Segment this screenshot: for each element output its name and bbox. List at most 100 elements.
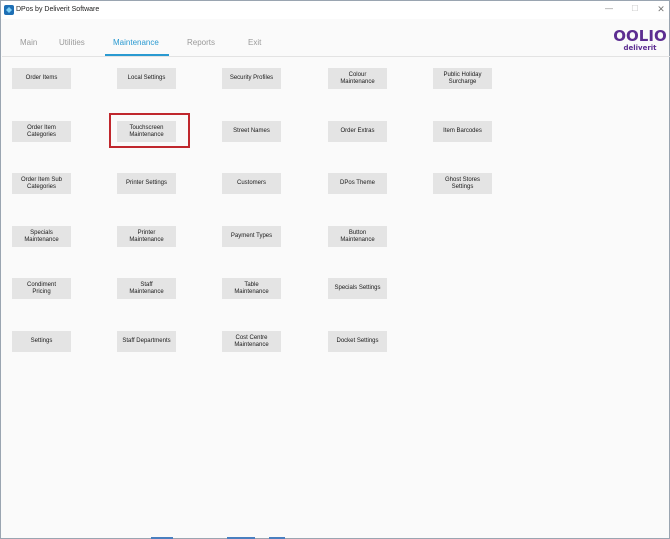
button-label-line: Street Names	[233, 128, 270, 134]
button-label-line: Maintenance	[129, 288, 164, 295]
button-label: Colour Maintenance	[340, 72, 374, 86]
button-label: Local Settings	[128, 75, 166, 82]
order-item-categories-button[interactable]: Order Item Categories	[12, 121, 71, 142]
button-label-line: Item Barcodes	[443, 128, 482, 134]
logo-wordmark: OOLIO	[613, 27, 667, 45]
tab-divider	[2, 56, 670, 57]
colour-maintenance-button[interactable]: Colour Maintenance	[328, 68, 387, 89]
maximize-button[interactable]: ☐	[621, 1, 649, 17]
printer-settings-button[interactable]: Printer Settings	[117, 173, 176, 194]
button-label: Printer Maintenance	[129, 230, 163, 244]
button-label: DPos Theme	[340, 180, 375, 187]
specials-settings-button[interactable]: Specials Settings	[328, 278, 387, 299]
order-item-sub-categories-button[interactable]: Order Item Sub Categories	[12, 173, 71, 194]
button-label-line: Ghost Stores	[444, 176, 480, 183]
button-label-line: Order Extras	[340, 128, 375, 134]
button-label: Order Item Sub Categories	[21, 177, 62, 191]
printer-maintenance-button[interactable]: Printer Maintenance	[117, 226, 176, 247]
public-holiday-surcharge-button[interactable]: Public Holiday Surcharge	[433, 68, 492, 89]
button-label: Order Item Categories	[27, 125, 56, 139]
ghost-stores-settings-button[interactable]: Ghost Stores Settings	[433, 173, 492, 194]
order-extras-button[interactable]: Order Extras	[328, 121, 387, 142]
payment-types-button[interactable]: Payment Types	[222, 226, 281, 247]
title-bar: DPos by Deliverit Software — ☐ ✕	[1, 1, 669, 19]
button-label-line: Settings	[30, 338, 53, 344]
button-label-line: Cost Centre	[235, 334, 268, 341]
minimize-button[interactable]: —	[595, 1, 623, 17]
item-barcodes-button[interactable]: Item Barcodes	[433, 121, 492, 142]
tab-main[interactable]: Main	[20, 37, 37, 49]
condiment-pricing-button[interactable]: Condiment Pricing	[12, 278, 71, 299]
button-label: Button Maintenance	[340, 230, 374, 244]
button-label-line: Staff Departments	[122, 338, 171, 344]
button-label-line: Order Items	[25, 75, 58, 81]
tab-maintenance[interactable]: Maintenance	[113, 37, 159, 49]
button-label: Specials Settings	[334, 285, 380, 292]
button-label: Staff Maintenance	[129, 282, 163, 296]
button-label: Public Holiday Surcharge	[443, 72, 481, 86]
button-label: Specials Maintenance	[24, 230, 58, 244]
button-label-line: Maintenance	[24, 236, 59, 243]
button-label-line: Maintenance	[234, 288, 269, 295]
button-label-line: Local Settings	[127, 75, 166, 81]
tab-utilities[interactable]: Utilities	[59, 37, 85, 49]
button-label-line: Specials Settings	[334, 285, 381, 291]
button-label-line: Staff	[140, 281, 153, 288]
button-label-line: Maintenance	[340, 236, 375, 243]
button-label-line: Categories	[26, 183, 56, 190]
tab-reports[interactable]: Reports	[187, 37, 215, 49]
button-label-line: Pricing	[32, 288, 51, 295]
button-label-line: Maintenance	[234, 341, 269, 348]
button-label: Cost Centre Maintenance	[234, 335, 268, 349]
tab-exit[interactable]: Exit	[248, 37, 261, 49]
street-names-button[interactable]: Street Names	[222, 121, 281, 142]
button-label-line: Surcharge	[448, 78, 477, 85]
button-label-line: Docket Settings	[336, 338, 379, 344]
table-maintenance-button[interactable]: Table Maintenance	[222, 278, 281, 299]
button-label-line: Condiment	[26, 281, 56, 288]
window-title: DPos by Deliverit Software	[16, 6, 100, 13]
button-label-line: Printer Settings	[125, 180, 168, 186]
button-label: Staff Departments	[122, 338, 170, 345]
button-label-line: Settings	[451, 183, 474, 190]
dpos-theme-button[interactable]: DPos Theme	[328, 173, 387, 194]
button-label: Street Names	[233, 128, 270, 135]
button-label-line: Public Holiday	[443, 71, 482, 78]
button-label-line: Categories	[26, 131, 56, 138]
button-label: Security Profiles	[230, 75, 273, 82]
settings-button[interactable]: Settings	[12, 331, 71, 352]
button-label: Order Items	[26, 75, 58, 82]
button-label: Customers	[237, 180, 266, 187]
button-label-line: Order Item	[27, 124, 56, 131]
button-label-line: Customers	[236, 180, 266, 186]
cost-centre-maintenance-button[interactable]: Cost Centre Maintenance	[222, 331, 281, 352]
button-label-line: DPos Theme	[340, 180, 375, 186]
button-label: Order Extras	[340, 128, 374, 135]
button-label-line: Security Profiles	[229, 75, 274, 81]
button-label: Payment Types	[231, 233, 272, 240]
order-items-button[interactable]: Order Items	[12, 68, 71, 89]
app-window: DPos by Deliverit Software — ☐ ✕ Main Ut…	[0, 0, 670, 539]
staff-departments-button[interactable]: Staff Departments	[117, 331, 176, 352]
button-label: Condiment Pricing	[27, 282, 56, 296]
docket-settings-button[interactable]: Docket Settings	[328, 331, 387, 352]
brand-logo: OOLIO deliverit	[613, 28, 667, 55]
button-label-line: Payment Types	[230, 233, 273, 239]
button-label-line: Specials	[30, 229, 53, 236]
security-profiles-button[interactable]: Security Profiles	[222, 68, 281, 89]
button-label: Printer Settings	[126, 180, 167, 187]
specials-maintenance-button[interactable]: Specials Maintenance	[12, 226, 71, 247]
button-label-line: Printer	[137, 229, 156, 236]
close-button[interactable]: ✕	[647, 1, 670, 17]
staff-maintenance-button[interactable]: Staff Maintenance	[117, 278, 176, 299]
button-label: Ghost Stores Settings	[445, 177, 480, 191]
button-label-line: Maintenance	[340, 78, 375, 85]
button-label: Table Maintenance	[234, 282, 268, 296]
button-label-line: Maintenance	[129, 236, 164, 243]
highlight-annotation	[109, 113, 190, 148]
button-label: Settings	[31, 338, 53, 345]
button-maintenance-button[interactable]: Button Maintenance	[328, 226, 387, 247]
local-settings-button[interactable]: Local Settings	[117, 68, 176, 89]
customers-button[interactable]: Customers	[222, 173, 281, 194]
button-label: Item Barcodes	[443, 128, 482, 135]
